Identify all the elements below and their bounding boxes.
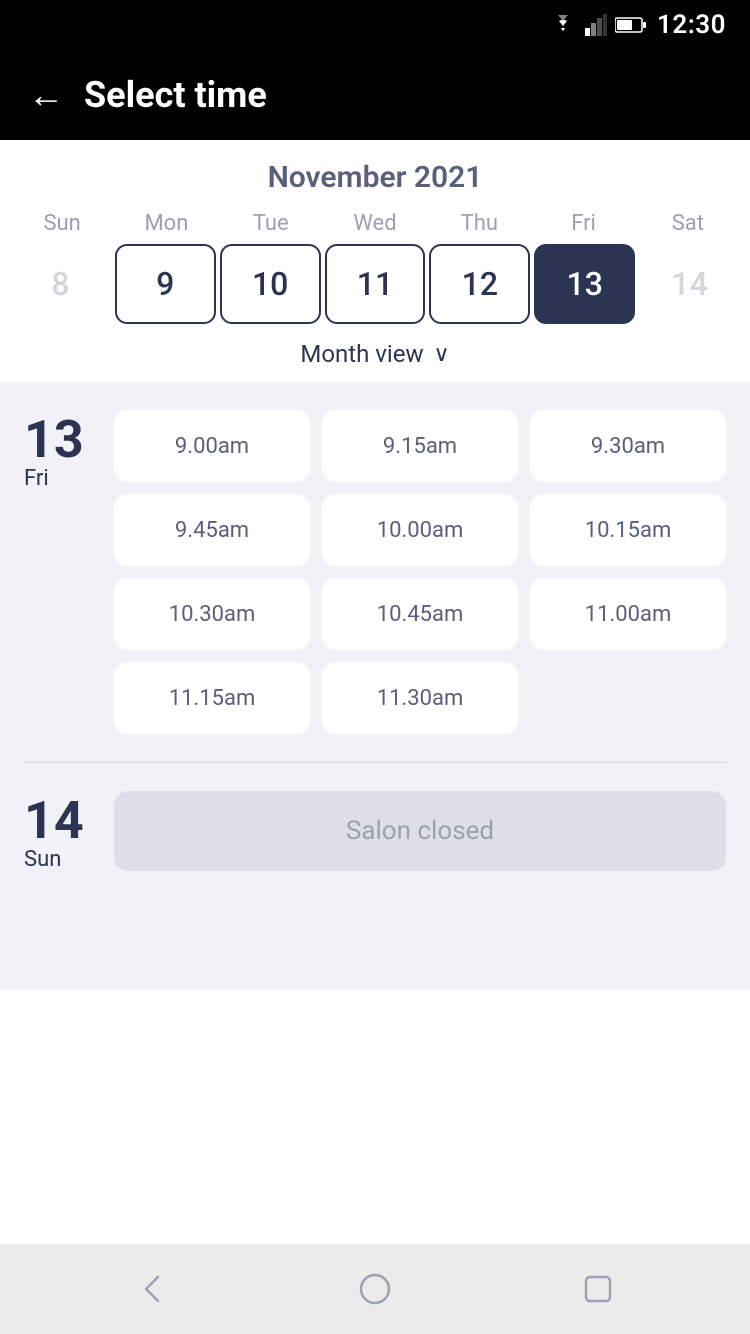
day-section-13: 13 Fri 9.00am 9.15am 9.30am 9.45am 10.00… <box>24 410 726 762</box>
nav-back-button[interactable] <box>132 1269 172 1309</box>
calendar-section: November 2021 Sun Mon Tue Wed Thu Fri Sa… <box>0 140 750 382</box>
time-slot-1045am[interactable]: 10.45am <box>322 578 518 650</box>
status-time: 12:30 <box>657 10 726 40</box>
calendar-day-10[interactable]: 10 <box>220 244 321 324</box>
day-name-fri: Fri <box>24 466 49 491</box>
calendar-week-header: Sun Mon Tue Wed Thu Fri Sat <box>0 211 750 236</box>
month-view-label: Month view <box>300 340 423 368</box>
salon-closed-box: Salon closed <box>114 791 726 871</box>
time-slot-930am[interactable]: 9.30am <box>530 410 726 482</box>
signal-icon <box>585 14 607 36</box>
day-row-14: 14 Sun Salon closed <box>24 791 726 872</box>
day-number-14: 14 <box>24 795 84 847</box>
weekday-tue: Tue <box>219 211 323 236</box>
weekday-fri: Fri <box>531 211 635 236</box>
calendar-month-year: November 2021 <box>0 160 750 195</box>
calendar-days: 8 9 10 11 12 13 14 <box>0 244 750 324</box>
calendar-day-14[interactable]: 14 <box>639 244 740 324</box>
battery-icon <box>615 16 647 34</box>
day-section-14: 14 Sun Salon closed <box>24 791 726 900</box>
header: ← Select time <box>0 50 750 140</box>
nav-bar <box>0 1244 750 1334</box>
calendar-day-11[interactable]: 11 <box>325 244 426 324</box>
back-button[interactable]: ← <box>28 77 64 113</box>
wifi-icon <box>549 15 577 35</box>
chevron-down-icon: ∨ <box>434 342 450 367</box>
day-number-13: 13 <box>24 414 84 466</box>
calendar-day-9[interactable]: 9 <box>115 244 216 324</box>
status-bar: 12:30 <box>0 0 750 50</box>
weekday-sun: Sun <box>10 211 114 236</box>
weekday-sat: Sat <box>636 211 740 236</box>
home-nav-icon <box>357 1271 393 1307</box>
time-slot-915am[interactable]: 9.15am <box>322 410 518 482</box>
day-row-13: 13 Fri 9.00am 9.15am 9.30am 9.45am 10.00… <box>24 410 726 734</box>
time-slot-945am[interactable]: 9.45am <box>114 494 310 566</box>
time-slot-1015am[interactable]: 10.15am <box>530 494 726 566</box>
time-slot-1115am[interactable]: 11.15am <box>114 662 310 734</box>
day-label-14: 14 Sun <box>24 791 94 872</box>
weekday-wed: Wed <box>323 211 427 236</box>
salon-closed-label: Salon closed <box>346 816 494 846</box>
day-name-sun: Sun <box>24 847 61 872</box>
time-slot-1130am[interactable]: 11.30am <box>322 662 518 734</box>
nav-recent-button[interactable] <box>578 1269 618 1309</box>
time-grid-13: 9.00am 9.15am 9.30am 9.45am 10.00am 10.1… <box>114 410 726 734</box>
time-slot-900am[interactable]: 9.00am <box>114 410 310 482</box>
time-slot-1030am[interactable]: 10.30am <box>114 578 310 650</box>
page-title: Select time <box>84 74 267 116</box>
weekday-mon: Mon <box>114 211 218 236</box>
time-slot-1100am[interactable]: 11.00am <box>530 578 726 650</box>
day-label-13: 13 Fri <box>24 410 94 491</box>
recent-nav-icon <box>580 1271 616 1307</box>
time-slots-section: 13 Fri 9.00am 9.15am 9.30am 9.45am 10.00… <box>0 382 750 990</box>
calendar-day-13[interactable]: 13 <box>534 244 635 324</box>
nav-home-button[interactable] <box>355 1269 395 1309</box>
status-icons <box>549 14 647 36</box>
time-slot-1000am[interactable]: 10.00am <box>322 494 518 566</box>
month-view-toggle[interactable]: Month view ∨ <box>0 324 750 382</box>
weekday-thu: Thu <box>427 211 531 236</box>
calendar-day-8[interactable]: 8 <box>10 244 111 324</box>
back-nav-icon <box>134 1271 170 1307</box>
calendar-day-12[interactable]: 12 <box>429 244 530 324</box>
section-divider <box>24 762 726 763</box>
